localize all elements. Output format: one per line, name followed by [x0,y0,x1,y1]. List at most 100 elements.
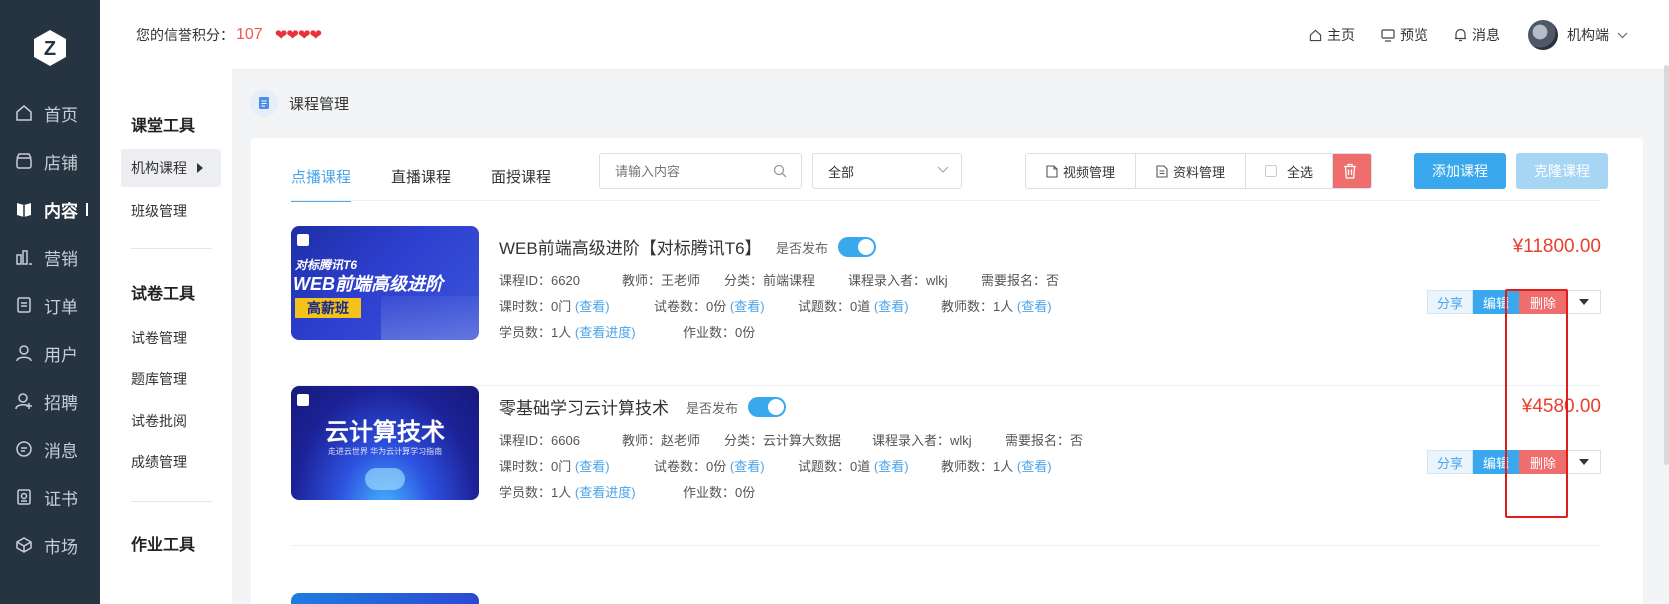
user-icon [14,343,34,363]
checkbox [1264,165,1277,177]
video-management-button[interactable]: 视频管理 [1026,154,1136,188]
course-row: 云计算技术 走进云世界 华为云计算学习指南 零基础学习云计算技术 是否发布 课程… [291,386,1601,546]
course-signup: 需要报名：否 [981,273,1060,288]
nav-item-users[interactable]: 用户 [0,333,100,373]
course-row [291,593,1601,604]
course-papers: 试卷数：0份 (查看) [654,459,765,474]
nav-item-content[interactable]: 内容 [0,189,100,229]
more-dropdown[interactable] [1567,450,1601,474]
view-link[interactable]: (查看) [1017,459,1052,474]
course-checkbox[interactable] [297,394,309,406]
scrollbar[interactable] [1664,65,1669,465]
sidebar-item-paper-management[interactable]: 试卷管理 [131,328,187,348]
course-thumbnail[interactable]: 云计算技术 走进云世界 华为云计算学习指南 [291,386,479,500]
course-students: 学员数：1人 (查看进度) [499,485,636,500]
view-link[interactable]: (查看) [874,459,909,474]
nav-item-messages[interactable]: 消息 [0,429,100,469]
course-title[interactable]: WEB前端高级进阶【对标腾讯T6】 [499,234,762,259]
document-icon [250,89,278,117]
page-title: 课程管理 [289,95,350,113]
search-icon[interactable] [773,164,787,178]
account-menu[interactable]: 机构端 [1528,20,1633,50]
svg-text:Z: Z [44,38,56,60]
caret-right-icon [197,163,203,173]
chevron-down-icon [937,166,949,173]
preview-link[interactable]: 预览 [1381,25,1428,45]
order-icon [14,295,34,315]
course-id: 课程ID：6606 [499,433,580,448]
logo-icon[interactable]: Z [30,28,70,68]
nav-item-label: 招聘 [44,393,78,413]
course-teacher: 教师：王老师 [622,273,701,288]
search-input[interactable] [599,153,802,189]
avatar [1528,20,1558,50]
course-checkbox[interactable] [297,234,309,246]
sidebar-item-grades[interactable]: 成绩管理 [131,452,187,472]
highlight-box [1505,289,1568,518]
clone-course-button[interactable]: 克隆课程 [1516,153,1608,189]
home-link[interactable]: 主页 [1309,25,1355,45]
view-link[interactable]: (查看) [730,459,765,474]
tab-live-courses[interactable]: 直播课程 [391,166,451,202]
market-icon [14,535,34,555]
course-tabs: 点播课程 直播课程 面授课程 [291,166,591,202]
credit-value: 107 [236,26,263,43]
course-lessons: 课时数：0门 (查看) [499,459,610,474]
course-teachers: 教师数：1人 (查看) [941,299,1052,314]
share-button[interactable]: 分享 [1427,450,1473,474]
message-link[interactable]: 消息 [1454,25,1500,45]
course-price: ¥11800.00 [1512,236,1601,257]
view-link[interactable]: (查看) [874,299,909,314]
publish-switch: 是否发布 [776,237,877,257]
tab-offline-courses[interactable]: 面授课程 [491,166,551,202]
add-course-button[interactable]: 添加课程 [1414,153,1506,189]
select-all-checkbox[interactable]: 全选 [1246,154,1333,188]
nav-item-recruit[interactable]: 招聘 [0,381,100,421]
nav-item-market[interactable]: 市场 [0,525,100,565]
view-link[interactable]: (查看) [730,299,765,314]
publish-toggle[interactable] [748,397,787,417]
course-title[interactable]: 零基础学习云计算技术 [499,394,669,419]
view-link[interactable]: (查看) [575,459,610,474]
delete-button[interactable] [1333,154,1371,188]
monitor-icon [1381,28,1395,42]
nav-item-store[interactable]: 店铺 [0,141,100,181]
nav-item-orders[interactable]: 订单 [0,285,100,325]
main-nav: Z 首页 店铺 内容 营销 订单 用户 招聘 消息 证书 市场 [0,0,100,604]
home-icon [14,103,34,123]
view-progress-link[interactable]: (查看进度) [575,325,636,340]
nav-item-marketing[interactable]: 营销 [0,237,100,277]
publish-toggle[interactable] [838,237,877,257]
more-dropdown[interactable] [1567,290,1601,314]
view-progress-link[interactable]: (查看进度) [575,485,636,500]
category-select[interactable]: 全部 [812,153,962,189]
material-management-button[interactable]: 资料管理 [1136,154,1246,188]
publish-switch: 是否发布 [686,397,787,417]
course-thumbnail[interactable]: 对标腾讯T6 WEB前端高级进阶 高薪班 [291,226,479,340]
nav-item-label: 订单 [44,297,78,317]
course-recorder: 课程录入者：wlkj [872,433,972,448]
top-header: 您的信誉积分： 107 ❤❤❤❤ 主页 预览 消息 机构端 [100,0,1669,69]
nav-item-label: 内容 [44,201,78,221]
course-signup: 需要报名：否 [1005,433,1084,448]
nav-item-certificates[interactable]: 证书 [0,477,100,517]
tab-vod-courses[interactable]: 点播课程 [291,166,352,202]
course-category: 分类：云计算大数据 [724,433,842,448]
bell-icon [1455,28,1466,42]
sidebar-item-institution-courses[interactable]: 机构课程 [121,149,221,187]
course-thumbnail[interactable] [291,593,479,604]
sidebar-item-paper-review[interactable]: 试卷批阅 [131,411,187,431]
course-homework: 作业数：0份 [683,485,756,500]
credit-label: 您的信誉积分： [136,27,234,43]
heart-icon: ❤❤❤❤ [274,27,322,44]
nav-item-home[interactable]: 首页 [0,93,100,133]
caret-down-icon [1579,299,1589,305]
sidebar-item-class-management[interactable]: 班级管理 [131,201,187,221]
sidebar-item-question-bank[interactable]: 题库管理 [131,369,187,389]
file-icon [1156,164,1168,178]
view-link[interactable]: (查看) [1017,299,1052,314]
course-row: 对标腾讯T6 WEB前端高级进阶 高薪班 WEB前端高级进阶【对标腾讯T6】 是… [291,226,1601,386]
share-button[interactable]: 分享 [1427,290,1473,314]
view-link[interactable]: (查看) [575,299,610,314]
certificate-icon [14,487,34,507]
